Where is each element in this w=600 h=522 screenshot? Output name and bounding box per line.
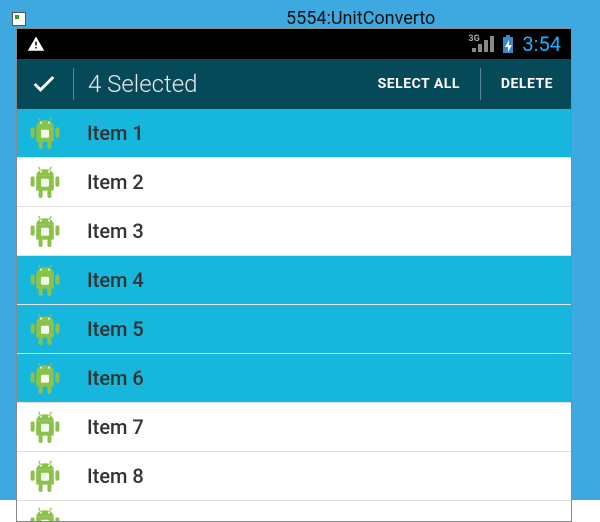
android-icon [25, 309, 65, 349]
android-icon [25, 358, 65, 398]
android-icon [25, 211, 65, 251]
list-item[interactable]: Item 5 [17, 305, 571, 354]
emulator-title: 5554:UnitConverto [286, 8, 435, 29]
signal-icon: 3G [472, 36, 494, 52]
list-item-label: Item 7 [87, 415, 144, 439]
list-item-label: Item 5 [87, 317, 144, 341]
android-icon [25, 407, 65, 447]
list-item[interactable]: Item 2 [17, 158, 571, 207]
list-item-label: Item 2 [87, 170, 144, 194]
status-bar: 3G 3:54 [17, 29, 571, 59]
list-item[interactable]: Item 4 [17, 256, 571, 305]
list-item-label: Item 6 [87, 366, 144, 390]
list-item-label: Item 3 [87, 219, 144, 243]
list-item[interactable]: Item 3 [17, 207, 571, 256]
warning-icon [27, 35, 45, 53]
list-item-label: Item 4 [87, 268, 144, 292]
list-item[interactable]: Item 1 [17, 109, 571, 158]
device-screen: 3G 3:54 4 Selected SELECT ALL DELETE Ite… [16, 28, 572, 522]
app-icon [12, 12, 26, 26]
select-all-button[interactable]: SELECT ALL [366, 76, 472, 92]
divider [480, 68, 481, 100]
contextual-action-bar: 4 Selected SELECT ALL DELETE [17, 59, 571, 109]
list-item[interactable] [17, 501, 571, 521]
android-icon [25, 456, 65, 496]
emulator-titlebar: 5554:UnitConverto [12, 8, 600, 27]
battery-charging-icon [502, 35, 514, 53]
android-icon [25, 503, 65, 521]
list-item[interactable]: Item 8 [17, 452, 571, 501]
android-icon [25, 113, 65, 153]
list-item-label: Item 1 [87, 121, 144, 145]
done-icon[interactable] [23, 70, 65, 98]
list-item-label: Item 8 [87, 464, 144, 488]
android-icon [25, 162, 65, 202]
delete-button[interactable]: DELETE [489, 76, 565, 92]
list-item[interactable]: Item 6 [17, 354, 571, 403]
list-item[interactable]: Item 7 [17, 403, 571, 452]
divider [73, 68, 74, 100]
item-list[interactable]: Item 1 Item 2 Item 3 Item 4 Item 5 Item 6 Item… [17, 109, 571, 521]
status-clock: 3:54 [522, 32, 561, 56]
android-icon [25, 260, 65, 300]
selection-count: 4 Selected [82, 70, 366, 98]
network-type-label: 3G [468, 34, 479, 44]
emulator-frame: 5554:UnitConverto 3G 3:54 [0, 0, 600, 500]
